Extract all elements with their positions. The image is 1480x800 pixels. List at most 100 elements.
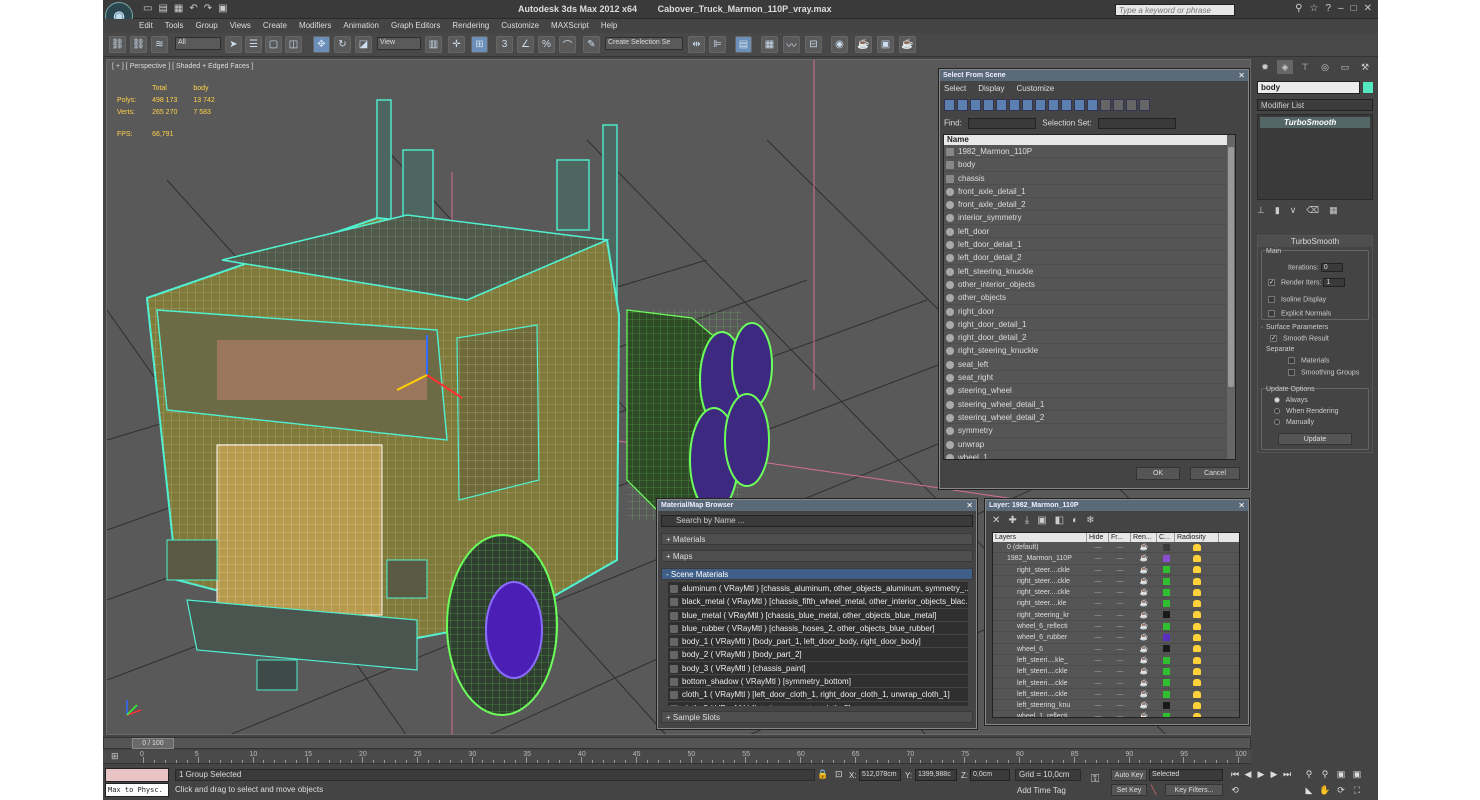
layer-radiosity-toggle[interactable]: [1175, 655, 1219, 665]
layer-radiosity-toggle[interactable]: [1175, 542, 1219, 552]
teapot-render-icon[interactable]: ☕: [1131, 565, 1157, 575]
layer-color-swatch[interactable]: [1157, 587, 1175, 597]
edit-named-selection-icon[interactable]: ✎: [583, 36, 600, 53]
sfs-column-name[interactable]: Name: [944, 135, 1235, 145]
col-color[interactable]: C...: [1157, 533, 1175, 542]
col-hide[interactable]: Hide: [1087, 533, 1109, 542]
isoline-checkbox[interactable]: [1268, 296, 1275, 303]
sfs-find-input[interactable]: [968, 118, 1037, 129]
close-icon[interactable]: ✕: [1238, 71, 1245, 80]
scene-object-item[interactable]: left_door_detail_1: [944, 238, 1235, 252]
separate-materials-checkbox[interactable]: [1288, 357, 1295, 364]
utilities-tab-icon[interactable]: ⚒: [1357, 60, 1373, 74]
render-setup-icon[interactable]: ☕: [855, 36, 872, 53]
layer-freeze-toggle[interactable]: —: [1109, 565, 1131, 575]
scene-object-item[interactable]: left_steering_knuckle: [944, 265, 1235, 278]
render-iters-checkbox[interactable]: ✓: [1268, 279, 1275, 286]
layer-freeze-toggle[interactable]: —: [1109, 689, 1131, 699]
menu-tools[interactable]: Tools: [165, 19, 184, 33]
layer-freeze-toggle[interactable]: —: [1109, 666, 1131, 676]
layer-row[interactable]: 0 (default) — — ☕: [993, 542, 1239, 554]
layer-color-swatch[interactable]: [1157, 700, 1175, 710]
layer-radiosity-toggle[interactable]: [1175, 632, 1219, 642]
display-all-icon[interactable]: [1100, 99, 1111, 111]
sfs-menu-customize[interactable]: Customize: [1016, 84, 1054, 93]
snaps-toggle-icon[interactable]: 3: [496, 36, 513, 53]
select-by-name-icon[interactable]: ☰: [245, 36, 262, 53]
project-folder-icon[interactable]: ▣: [218, 3, 227, 14]
scene-object-item[interactable]: symmetry: [944, 424, 1235, 438]
key-filters-button[interactable]: Key Filters...: [1165, 784, 1223, 796]
new-layer-icon[interactable]: ✚: [1008, 515, 1016, 526]
menu-help[interactable]: Help: [601, 19, 617, 33]
y-coordinate-field[interactable]: 1399,988c: [915, 769, 957, 781]
new-file-icon[interactable]: ▭: [143, 3, 152, 14]
rect-selection-icon[interactable]: ▢: [265, 36, 282, 53]
teapot-render-icon[interactable]: ☕: [1131, 644, 1157, 654]
menu-group[interactable]: Group: [195, 19, 217, 33]
layer-color-swatch[interactable]: [1157, 565, 1175, 575]
col-render[interactable]: Ren...: [1131, 533, 1157, 542]
motion-tab-icon[interactable]: ◎: [1317, 60, 1333, 74]
close-icon[interactable]: ✕: [1364, 3, 1372, 14]
unlink-icon[interactable]: ⛓: [130, 36, 147, 53]
layer-row[interactable]: right_steer....kle — — ☕: [993, 598, 1239, 610]
pan-view-icon[interactable]: ✋: [1319, 784, 1331, 796]
highlight-layer-icon[interactable]: ◧: [1055, 515, 1064, 526]
scene-materials-list[interactable]: aluminum ( VRayMtl ) [chassis_aluminum, …: [668, 582, 968, 706]
menu-animation[interactable]: Animation: [343, 19, 379, 33]
layer-row[interactable]: right_steer....ckle — — ☕: [993, 587, 1239, 599]
col-radiosity[interactable]: Radiosity: [1175, 533, 1219, 542]
display-helpers-icon[interactable]: [996, 99, 1007, 111]
bind-spacewarp-icon[interactable]: ≋: [151, 36, 168, 53]
layer-hide-toggle[interactable]: —: [1087, 700, 1109, 710]
zoom-extents-all-icon[interactable]: ▣: [1351, 768, 1363, 780]
teapot-render-icon[interactable]: ☕: [1131, 553, 1157, 563]
freeze-all-layers-icon[interactable]: ❄: [1086, 515, 1094, 526]
layer-color-swatch[interactable]: [1157, 553, 1175, 563]
layer-hide-toggle[interactable]: —: [1087, 632, 1109, 642]
maxscript-listener-input[interactable]: [105, 768, 169, 782]
display-invert-icon[interactable]: [1126, 99, 1137, 111]
layer-grid[interactable]: Layers Hide Fr... Ren... C... Radiosity …: [992, 532, 1240, 718]
teapot-render-icon[interactable]: ☕: [1131, 666, 1157, 676]
display-bones-icon[interactable]: [1048, 99, 1059, 111]
set-key-button[interactable]: Set Key: [1111, 784, 1147, 796]
undo-icon[interactable]: ↶: [189, 3, 197, 14]
layer-manager-title[interactable]: Layer: 1982_Marmon_110P: [986, 500, 1248, 511]
display-groups-icon[interactable]: [1022, 99, 1033, 111]
material-item[interactable]: cloth_2 ( VRayMtl ) [interior_symmetry_c…: [668, 701, 968, 706]
add-time-tag[interactable]: Add Time Tag: [1017, 786, 1066, 795]
display-shapes-icon[interactable]: [957, 99, 968, 111]
key-mode-dropdown[interactable]: Selected: [1149, 769, 1223, 781]
layer-freeze-toggle[interactable]: —: [1109, 587, 1131, 597]
layer-color-swatch[interactable]: [1157, 666, 1175, 676]
close-icon[interactable]: ✕: [1238, 501, 1245, 510]
menu-views[interactable]: Views: [230, 19, 251, 33]
layer-hide-toggle[interactable]: —: [1087, 711, 1109, 717]
set-key-mode-icon[interactable]: ⚿: [1091, 773, 1099, 786]
layer-freeze-toggle[interactable]: —: [1109, 553, 1131, 563]
layer-freeze-toggle[interactable]: —: [1109, 598, 1131, 608]
orbit-icon[interactable]: ⟳: [1335, 784, 1347, 796]
previous-frame-icon[interactable]: ◀: [1242, 768, 1254, 780]
hide-all-layers-icon[interactable]: ◐: [1072, 515, 1078, 526]
next-frame-icon[interactable]: ▶: [1268, 768, 1280, 780]
binoculars-icon[interactable]: ⚲: [1295, 3, 1302, 14]
remove-modifier-icon[interactable]: ⌫: [1306, 205, 1319, 216]
display-containers-icon[interactable]: [1061, 99, 1072, 111]
select-move-icon[interactable]: ✥: [313, 36, 330, 53]
reference-coordinate-dropdown[interactable]: View: [377, 37, 421, 50]
scene-object-item[interactable]: right_door: [944, 305, 1235, 318]
update-manually-radio[interactable]: [1274, 419, 1280, 426]
material-item[interactable]: blue_metal ( VRayMtl ) [chassis_blue_met…: [668, 608, 968, 622]
open-file-icon[interactable]: ▤: [158, 3, 167, 14]
material-item[interactable]: body_3 ( VRayMtl ) [chassis_paint]: [668, 661, 968, 676]
select-manipulate-icon[interactable]: ✛: [448, 36, 465, 53]
layer-color-swatch[interactable]: [1157, 610, 1175, 620]
section-maps[interactable]: + Maps: [661, 550, 973, 562]
layer-color-swatch[interactable]: [1157, 621, 1175, 631]
col-layers[interactable]: Layers: [993, 533, 1087, 542]
layer-freeze-toggle[interactable]: —: [1109, 678, 1131, 688]
teapot-render-icon[interactable]: ☕: [1131, 576, 1157, 586]
